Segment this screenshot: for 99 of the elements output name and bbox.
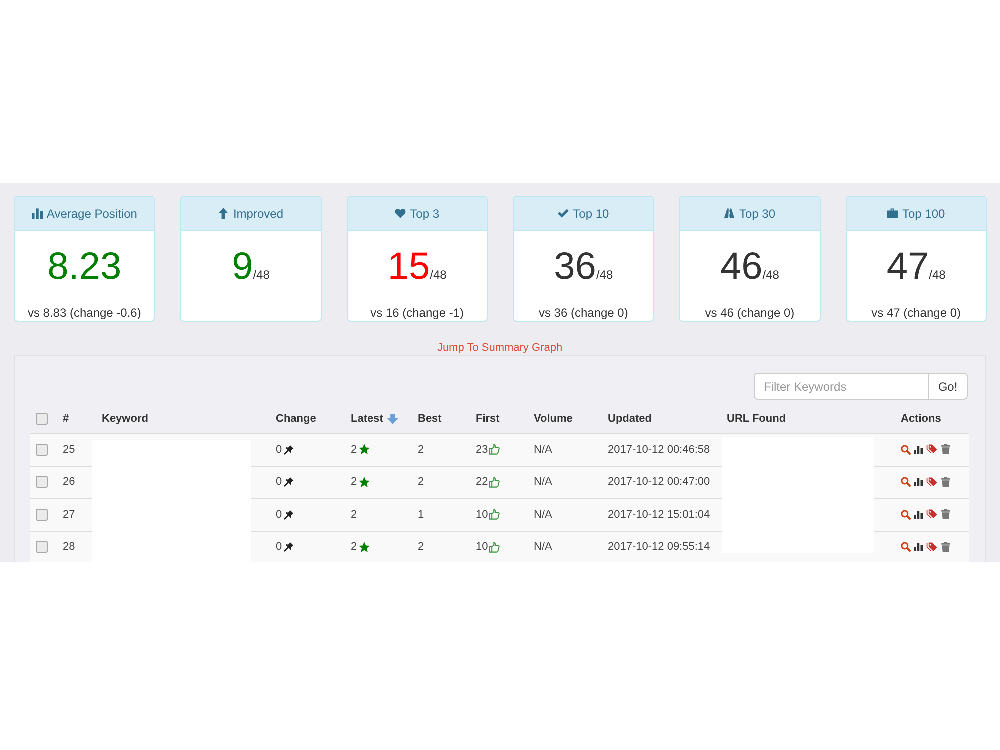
bar-chart-icon[interactable] [914, 542, 923, 552]
tag-icon[interactable] [926, 509, 938, 520]
updated-time: 2017-10-12 15:01:04 [608, 508, 710, 522]
first-position: 10 [476, 508, 488, 522]
stat-value: 47 [886, 245, 930, 289]
card-title: Top 10 [573, 206, 610, 220]
pin-icon [284, 510, 294, 520]
tag-icon[interactable] [926, 542, 938, 553]
summary-graph-link[interactable]: Jump To Summary Graph [437, 341, 563, 355]
checkbox[interactable] [36, 508, 48, 521]
latest-position: 2 [351, 442, 358, 458]
search-icon[interactable] [901, 477, 911, 488]
stat-total: /48 [430, 267, 447, 284]
trash-icon[interactable] [941, 444, 951, 456]
tag-icon[interactable] [926, 476, 938, 488]
stat-total: /48 [253, 267, 270, 284]
tag-icon[interactable] [926, 444, 938, 456]
heart-icon [395, 208, 406, 219]
stat-comparison: vs 46 (change 0) [705, 306, 795, 321]
search-volume: N/A [534, 442, 552, 458]
change-value: 0 [276, 508, 282, 522]
stat-comparison: vs 47 (change 0) [872, 306, 962, 321]
briefcase-icon [887, 208, 898, 219]
stat-total: /48 [596, 267, 614, 284]
thumbs-up-icon [489, 542, 500, 553]
trash-icon[interactable] [941, 476, 951, 488]
column-header: Updated [608, 412, 652, 427]
row-number: 25 [63, 442, 76, 458]
column-header: Change [276, 412, 316, 427]
latest-position: 2 [351, 508, 358, 522]
latest-position: 2 [351, 475, 358, 490]
arrow-up-icon [218, 208, 230, 219]
card-title: Top 3 [410, 206, 440, 220]
checkbox[interactable] [36, 476, 48, 488]
column-header: First [476, 412, 500, 427]
first-position: 23 [476, 442, 488, 458]
checkmark-icon [558, 208, 570, 219]
search-volume: N/A [534, 475, 552, 490]
first-position: 22 [476, 475, 488, 490]
search-volume: N/A [534, 508, 552, 522]
search-icon[interactable] [901, 510, 911, 520]
column-header: Latest [351, 412, 384, 427]
road-icon [724, 208, 736, 219]
card-title: Improved [233, 206, 284, 220]
updated-time: 2017-10-12 00:46:58 [608, 442, 710, 458]
change-value: 0 [276, 442, 282, 458]
updated-time: 2017-10-12 00:47:00 [608, 475, 710, 490]
search-volume: N/A [534, 540, 552, 555]
row-number: 27 [63, 508, 76, 522]
checkbox[interactable] [36, 413, 48, 425]
column-header: Actions [901, 412, 942, 427]
filter-field[interactable]: Filter Keywords [754, 373, 929, 400]
go-button[interactable]: Go! [929, 373, 968, 400]
pin-icon [284, 477, 294, 488]
updated-time: 2017-10-12 09:55:14 [608, 540, 710, 555]
change-value: 0 [276, 540, 282, 555]
column-header: # [63, 412, 70, 427]
column-header: Keyword [102, 412, 148, 427]
change-value: 0 [276, 475, 282, 490]
stat-comparison: vs 36 (change 0) [538, 306, 628, 321]
bar-chart-icon [32, 208, 43, 219]
stat-total: /48 [929, 267, 946, 284]
trash-icon[interactable] [941, 509, 951, 520]
bar-chart-icon[interactable] [914, 444, 923, 455]
stat-comparison: vs 16 (change -1) [370, 306, 464, 321]
checkbox[interactable] [36, 541, 48, 554]
search-icon[interactable] [901, 444, 911, 455]
best-position: 1 [418, 508, 424, 522]
stat-value: 36 [554, 245, 596, 289]
stat-value: 9 [232, 245, 254, 289]
best-position: 2 [418, 475, 424, 490]
pin-icon [284, 542, 294, 552]
bar-chart-icon[interactable] [914, 510, 923, 520]
column-header: URL Found [727, 412, 786, 427]
card-title: Top 30 [739, 206, 776, 220]
search-icon[interactable] [901, 542, 911, 552]
best-position: 2 [418, 442, 424, 458]
stat-value: 8.23 [48, 245, 122, 289]
trash-icon[interactable] [941, 542, 951, 553]
thumbs-up-icon [489, 444, 500, 456]
latest-position: 2 [351, 540, 358, 555]
stat-comparison: vs 8.83 (change -0.6) [28, 306, 142, 321]
card-title: Top 100 [902, 206, 946, 220]
checkbox[interactable] [36, 444, 48, 456]
pin-icon [284, 444, 294, 455]
stat-value: 15 [388, 245, 430, 289]
sort-descending-icon[interactable] [387, 414, 400, 424]
column-header: Volume [534, 412, 573, 427]
column-header: Best [418, 412, 442, 427]
first-position: 10 [476, 540, 488, 555]
stat-total: /48 [762, 267, 780, 284]
row-number: 26 [63, 475, 76, 490]
card-title: Average Position [46, 206, 138, 220]
stat-value: 46 [720, 245, 763, 289]
thumbs-up-icon [489, 476, 500, 488]
bar-chart-icon[interactable] [914, 477, 923, 488]
thumbs-up-icon [489, 509, 500, 520]
row-number: 28 [63, 540, 76, 555]
best-position: 2 [418, 540, 424, 555]
